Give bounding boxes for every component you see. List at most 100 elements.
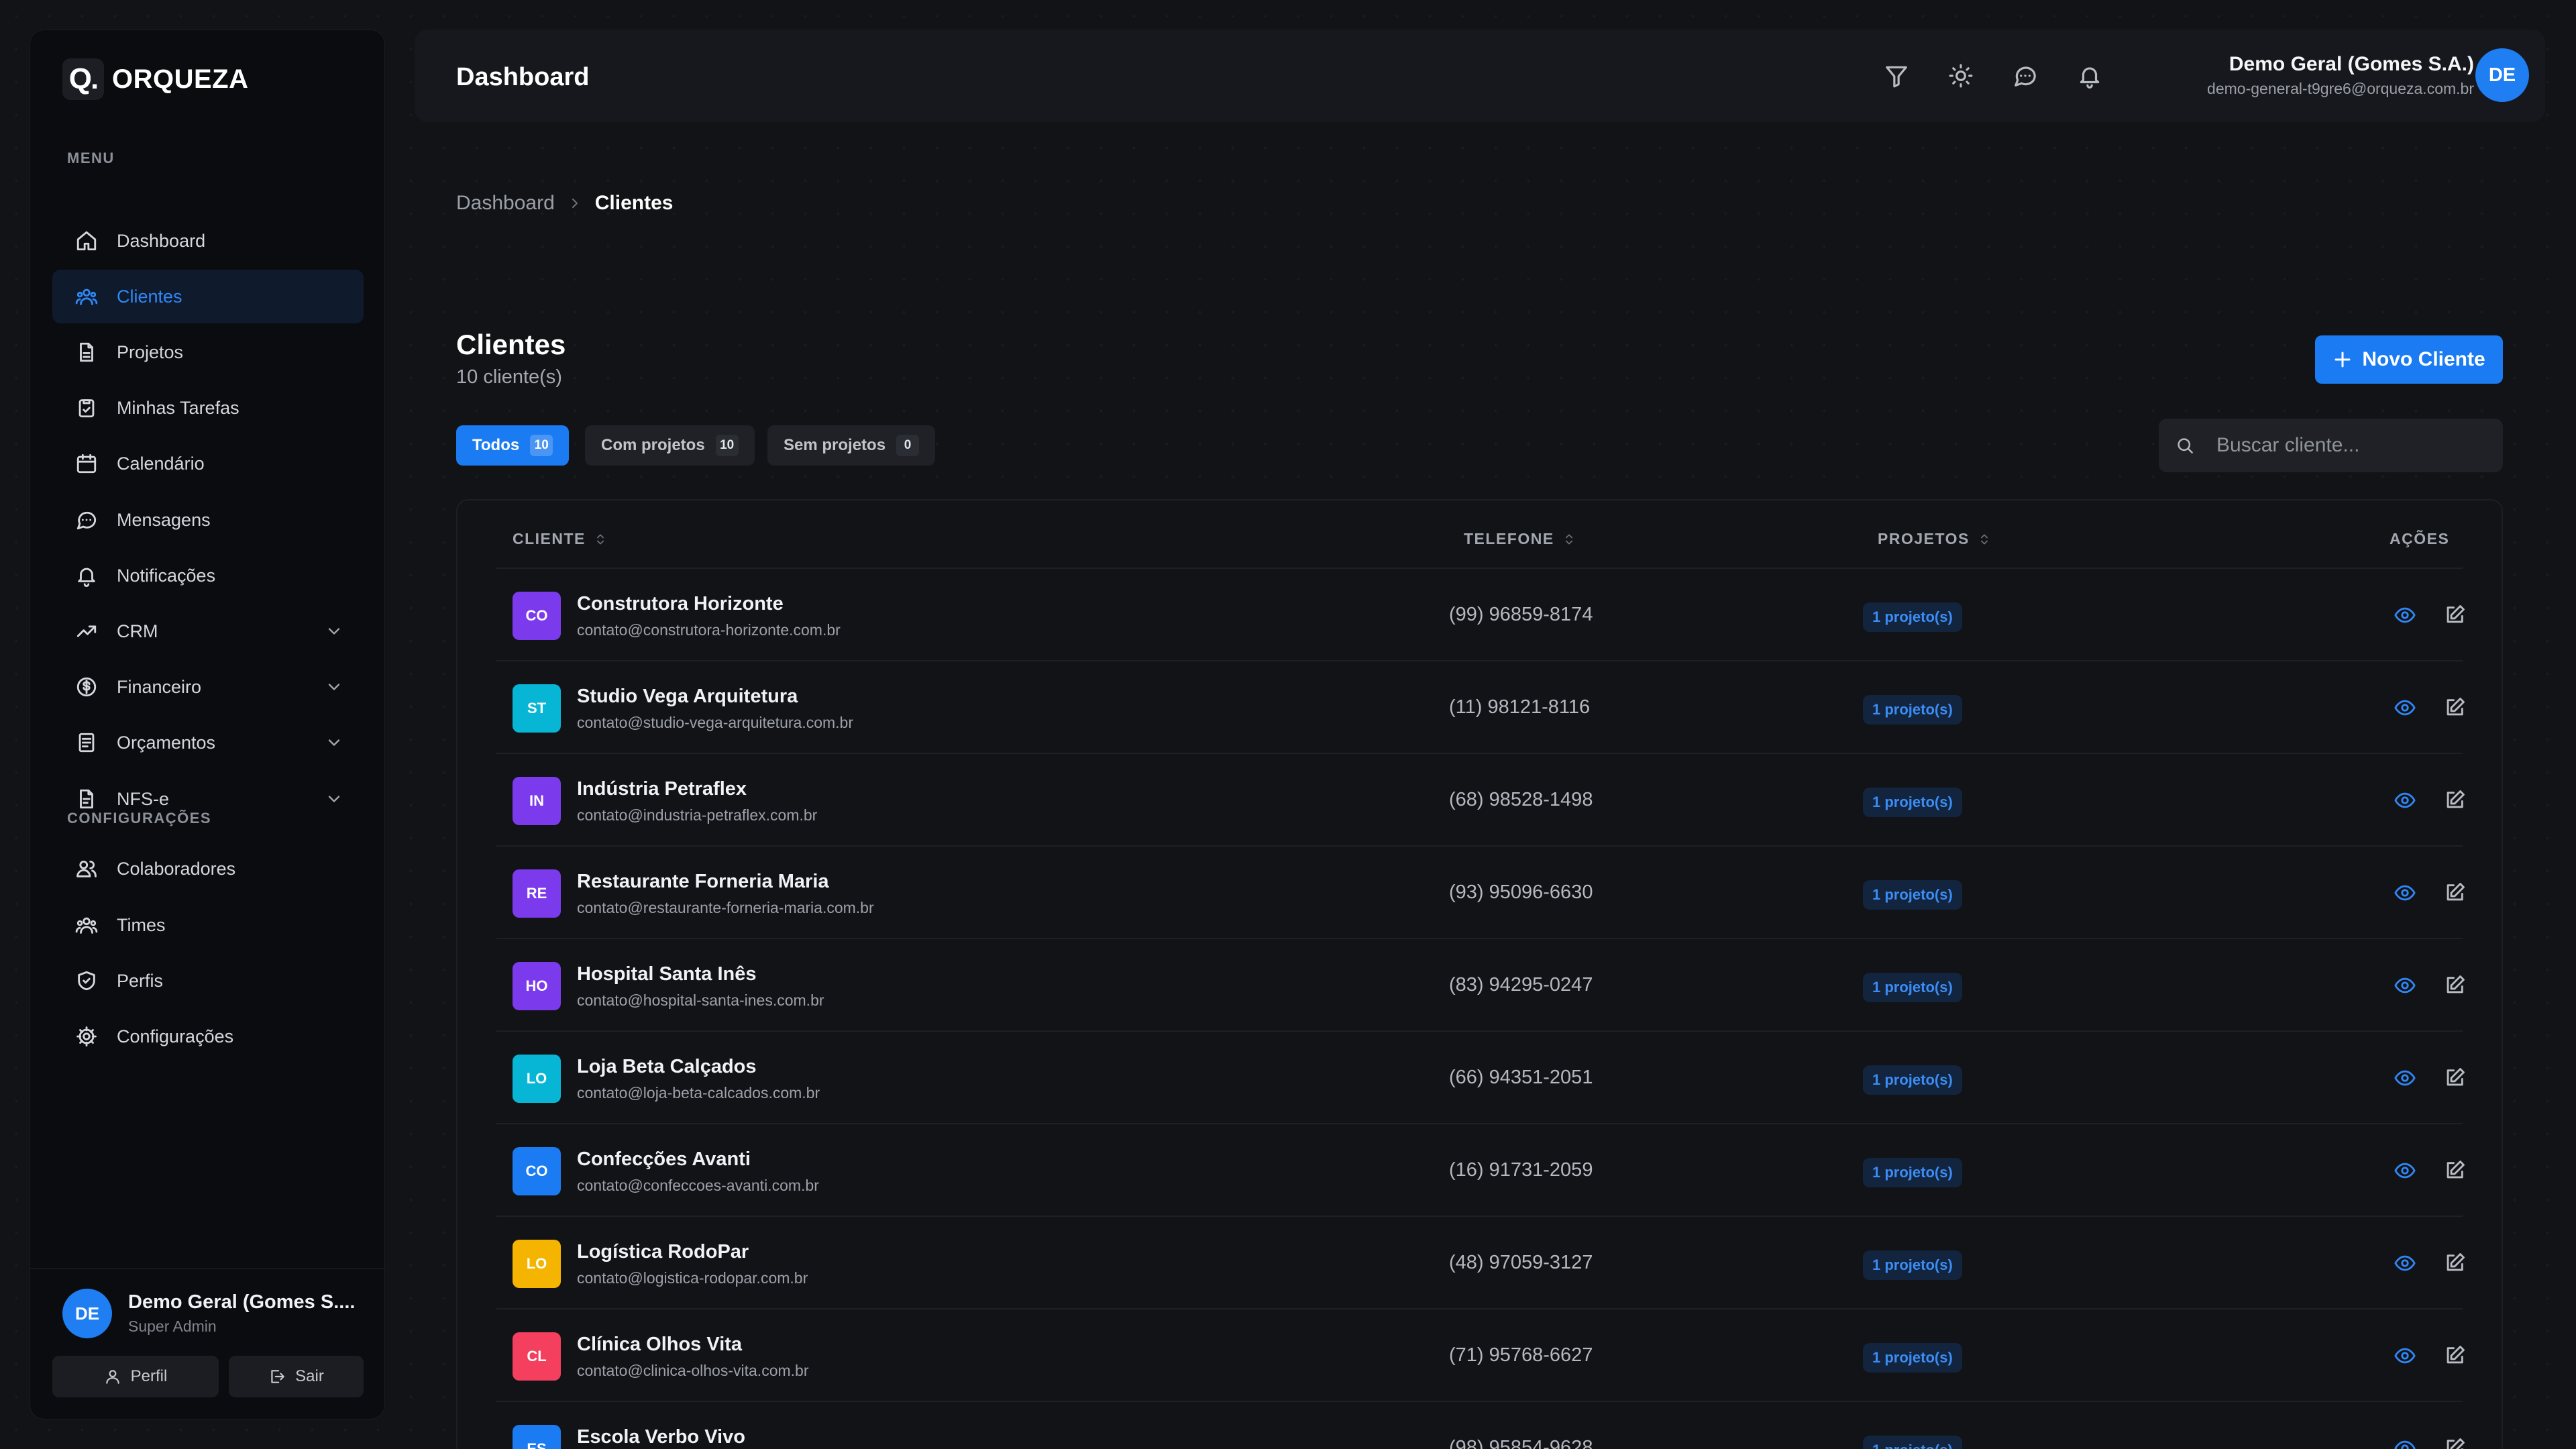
column-header-projects[interactable]: PROJETOS xyxy=(1878,530,1991,548)
filter-tab-sem-projetos[interactable]: Sem projetos 0 xyxy=(767,425,936,466)
sidebar-item-financeiro[interactable]: Financeiro xyxy=(52,660,364,714)
bell-icon xyxy=(78,568,95,587)
sidebar-item-orcamentos[interactable]: Orçamentos xyxy=(52,716,364,769)
sidebar-item-times[interactable]: Times xyxy=(52,898,364,952)
view-icon[interactable] xyxy=(2394,1252,2416,1275)
sidebar-item-notificacoes[interactable]: Notificações xyxy=(52,549,364,602)
client-phone: (68) 98528-1498 xyxy=(1449,789,1593,810)
client-name[interactable]: Escola Verbo Vivo xyxy=(577,1426,745,1448)
edit-icon[interactable] xyxy=(2443,1067,2466,1089)
sidebar-item-minhas-tarefas[interactable]: Minhas Tarefas xyxy=(52,381,364,435)
client-avatar: IN xyxy=(513,777,561,825)
chevron-down-icon xyxy=(328,628,340,635)
view-icon[interactable] xyxy=(2394,1159,2416,1182)
clipboard-icon xyxy=(78,399,95,418)
filter-tab-com-projetos[interactable]: Com projetos 10 xyxy=(585,425,755,466)
edit-icon[interactable] xyxy=(2443,789,2466,812)
table-row[interactable]: IN Indústria Petraflex contato@industria-p… xyxy=(496,754,2466,847)
sidebar-item-projetos[interactable]: Projetos xyxy=(52,325,364,379)
avatar[interactable]: DE xyxy=(2475,48,2529,102)
sidebar-item-crm[interactable]: CRM xyxy=(52,604,364,658)
client-phone: (83) 94295-0247 xyxy=(1449,974,1593,996)
sidebar-item-dashboard[interactable]: Dashboard xyxy=(52,214,364,268)
view-icon[interactable] xyxy=(2394,1067,2416,1089)
view-icon[interactable] xyxy=(2394,789,2416,812)
edit-icon[interactable] xyxy=(2443,604,2466,627)
table-row[interactable]: RE Restaurante Forneria Maria contato@rest… xyxy=(496,847,2466,939)
chat-icon[interactable] xyxy=(2012,63,2038,89)
client-avatar: CO xyxy=(513,1147,561,1195)
client-name[interactable]: Hospital Santa Inês xyxy=(577,963,757,985)
projects-badge: 1 projeto(s) xyxy=(1863,1065,1962,1095)
client-name[interactable]: Confecções Avanti xyxy=(577,1148,751,1171)
client-name[interactable]: Indústria Petraflex xyxy=(577,778,747,800)
edit-icon[interactable] xyxy=(2443,974,2466,997)
table-row[interactable]: CO Construtora Horizonte contato@construto… xyxy=(496,569,2466,661)
sidebar-item-calendario[interactable]: Calendário xyxy=(52,437,364,490)
client-name[interactable]: Clínica Olhos Vita xyxy=(577,1334,742,1356)
table-row[interactable]: CL Clínica Olhos Vita contato@clinica-olho… xyxy=(496,1309,2466,1402)
client-name[interactable]: Construtora Horizonte xyxy=(577,593,784,615)
projects-badge: 1 projeto(s) xyxy=(1863,1250,1962,1280)
sidebar-item-configuracoes[interactable]: Configurações xyxy=(52,1010,364,1063)
filter-icon[interactable] xyxy=(1884,63,1909,89)
users-icon xyxy=(75,288,98,305)
table-row[interactable]: HO Hospital Santa Inês contato@hospital-sa… xyxy=(496,939,2466,1032)
edit-icon[interactable] xyxy=(2443,1344,2466,1367)
view-icon[interactable] xyxy=(2394,1437,2416,1449)
client-name[interactable]: Studio Vega Arquitetura xyxy=(577,686,798,708)
user-group-icon xyxy=(76,860,97,877)
sidebar-item-perfis[interactable]: Perfis xyxy=(52,954,364,1008)
client-avatar: CO xyxy=(513,592,561,640)
client-name[interactable]: Loja Beta Calçados xyxy=(577,1056,757,1078)
edit-icon[interactable] xyxy=(2443,1159,2466,1182)
client-name[interactable]: Restaurante Forneria Maria xyxy=(577,871,829,893)
sun-icon[interactable] xyxy=(1948,63,1974,89)
view-icon[interactable] xyxy=(2394,1344,2416,1367)
view-icon[interactable] xyxy=(2394,974,2416,997)
profile-button[interactable]: Perfil xyxy=(52,1356,219,1397)
table-row[interactable]: LO Loja Beta Calçados contato@loja-beta-ca… xyxy=(496,1032,2466,1124)
column-header-label: TELEFONE xyxy=(1464,530,1554,547)
table-row[interactable]: ES Escola Verbo Vivo (98) 95854-9628 1 proj… xyxy=(496,1402,2466,1449)
projects-badge: 1 projeto(s) xyxy=(1863,602,1962,632)
view-icon[interactable] xyxy=(2394,696,2416,719)
logo-mark: Q. xyxy=(62,58,104,100)
sidebar-item-label: Minhas Tarefas xyxy=(117,397,239,418)
table-row[interactable]: CO Confecções Avanti contato@confeccoes-av… xyxy=(496,1124,2466,1217)
client-phone: (98) 95854-9628 xyxy=(1449,1437,1593,1449)
filter-tab-count: 10 xyxy=(530,435,553,456)
sidebar-item-mensagens[interactable]: Mensagens xyxy=(52,493,364,547)
logo[interactable]: Q. ORQUEZA xyxy=(62,58,249,100)
new-client-button[interactable]: Novo Cliente xyxy=(2315,335,2503,384)
table-row[interactable]: ST Studio Vega Arquitetura contato@studio-… xyxy=(496,661,2466,754)
edit-icon[interactable] xyxy=(2443,881,2466,904)
user-icon xyxy=(105,1370,119,1384)
sidebar-item-clientes[interactable]: Clientes xyxy=(52,270,364,323)
edit-icon[interactable] xyxy=(2443,696,2466,719)
header-user[interactable]: Demo Geral (Gomes S.A.) demo-general-t9g… xyxy=(2207,53,2474,98)
breadcrumb-link-dashboard[interactable]: Dashboard xyxy=(456,192,555,215)
client-phone: (16) 91731-2059 xyxy=(1449,1159,1593,1181)
client-email: contato@construtora-horizonte.com.br xyxy=(577,621,841,639)
search-input[interactable] xyxy=(2216,434,2485,457)
column-header-client[interactable]: CLIENTE xyxy=(513,530,607,548)
projects-badge: 1 projeto(s) xyxy=(1863,788,1962,817)
projects-badge: 1 projeto(s) xyxy=(1863,1436,1962,1449)
edit-icon[interactable] xyxy=(2443,1252,2466,1275)
column-header-actions: AÇÕES xyxy=(2390,530,2449,548)
sidebar-item-colaboradores[interactable]: Colaboradores xyxy=(52,842,364,896)
client-name[interactable]: Logística RodoPar xyxy=(577,1241,749,1263)
column-header-phone[interactable]: TELEFONE xyxy=(1464,530,1576,548)
filter-tab-todos[interactable]: Todos 10 xyxy=(456,425,570,466)
sidebar-divider xyxy=(30,1268,384,1269)
logout-icon xyxy=(271,1370,284,1383)
table-row[interactable]: LO Logística RodoPar contato@logistica-rod… xyxy=(496,1217,2466,1309)
bell-icon[interactable] xyxy=(2077,63,2102,89)
view-icon[interactable] xyxy=(2394,604,2416,627)
view-icon[interactable] xyxy=(2394,881,2416,904)
logout-button[interactable]: Sair xyxy=(229,1356,364,1397)
edit-icon[interactable] xyxy=(2443,1437,2466,1449)
sidebar: Q. ORQUEZA MENU Dashboard Clientes Proje… xyxy=(30,30,385,1419)
sort-icon xyxy=(1980,534,1988,544)
